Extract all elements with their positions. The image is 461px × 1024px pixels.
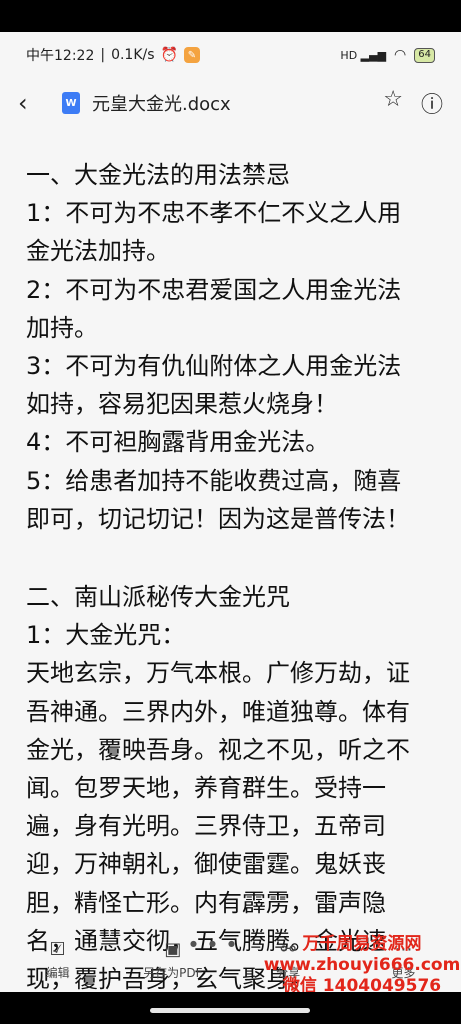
home-indicator[interactable]	[150, 1008, 310, 1013]
pdf-icon: ▣	[164, 939, 182, 960]
edit-button[interactable]: ☑ 编辑	[18, 939, 98, 981]
document-header: ‹ W 元皇大金光.docx ☆ ⓘ	[0, 78, 461, 128]
doc-line: 金光，覆映吾身。视之不见，听之不	[26, 735, 410, 764]
alarm-icon: ⏰	[160, 47, 178, 63]
watermark: 万千周易资源网 www.zhouyi666.com 微信 1404049576	[262, 934, 461, 992]
status-time: 中午12:22	[26, 48, 95, 64]
screen: 中午12:22 | 0.1K/s ⏰ ✎ HD ▂▄▆ ◠ 64 ‹ W 元皇大…	[0, 32, 461, 992]
document-title: 元皇大金光.docx	[92, 94, 231, 115]
edit-icon: ☑	[49, 939, 66, 960]
document-body: 一、大金光法的用法禁忌 1：不可为不忠不孝不仁不义之人用 金光法加持。 2：不可…	[26, 156, 436, 992]
doc-line: 遍，身有光明。三界侍卫，五帝司	[26, 812, 386, 841]
doc-line: 闻。包罗天地，养育群生。受持一	[26, 774, 386, 803]
network-speed: 0.1K/s	[111, 47, 155, 63]
doc-line: 天地玄宗，万气本根。广修万劫，证	[26, 659, 410, 688]
word-file-icon: W	[62, 92, 80, 114]
back-arrow-icon[interactable]: ‹	[18, 89, 48, 117]
save-pdf-label: 另存为PDF	[143, 966, 203, 980]
app-notification-icon: ✎	[183, 47, 200, 63]
star-icon[interactable]: ☆	[383, 87, 403, 119]
status-bar: 中午12:22 | 0.1K/s ⏰ ✎ HD ▂▄▆ ◠ 64	[0, 32, 461, 78]
wifi-icon: ◠	[394, 47, 407, 63]
doc-line: 2：不可为不忠君爱国之人用金光法	[26, 275, 402, 304]
doc-line: 二、南山派秘传大金光咒	[26, 583, 290, 612]
doc-line: 4：不可袒胸露背用金光法。	[26, 428, 330, 457]
doc-line: 1：不可为不忠不孝不仁不义之人用	[26, 199, 402, 228]
doc-line: 迎，万神朝礼，御使雷霆。鬼妖丧	[26, 850, 386, 879]
save-pdf-button[interactable]: ▣ 另存为PDF	[133, 939, 213, 981]
battery-icon: 64	[414, 47, 435, 63]
doc-line: 加持。	[26, 313, 98, 342]
status-divider: |	[100, 47, 106, 63]
doc-line: 即可，切记切记！因为这是普传法！	[26, 504, 410, 533]
info-icon[interactable]: ⓘ	[421, 87, 443, 119]
doc-line: 吾神通。三界内外，唯道独尊。体有	[26, 697, 410, 726]
doc-line: 如持，容易犯因果惹火烧身！	[26, 390, 338, 419]
watermark-line: www.zhouyi666.com	[263, 955, 461, 975]
watermark-line: 微信 1404049576	[282, 976, 442, 992]
doc-line: 3：不可为有仇仙附体之人用金光法	[26, 352, 402, 381]
doc-line: 一、大金光法的用法禁忌	[26, 161, 290, 189]
signal-icon: HD ▂▄▆	[340, 48, 387, 62]
doc-line: 5：给患者加持不能收费过高，随喜	[26, 466, 402, 495]
watermark-line: 万千周易资源网	[302, 934, 422, 954]
doc-line: 胆，精怪亡形。内有霹雳，雷声隐	[26, 888, 386, 917]
edit-label: 编辑	[45, 966, 70, 980]
doc-line: 1：大金光咒：	[26, 621, 186, 650]
doc-line: 金光法加持。	[26, 237, 170, 266]
